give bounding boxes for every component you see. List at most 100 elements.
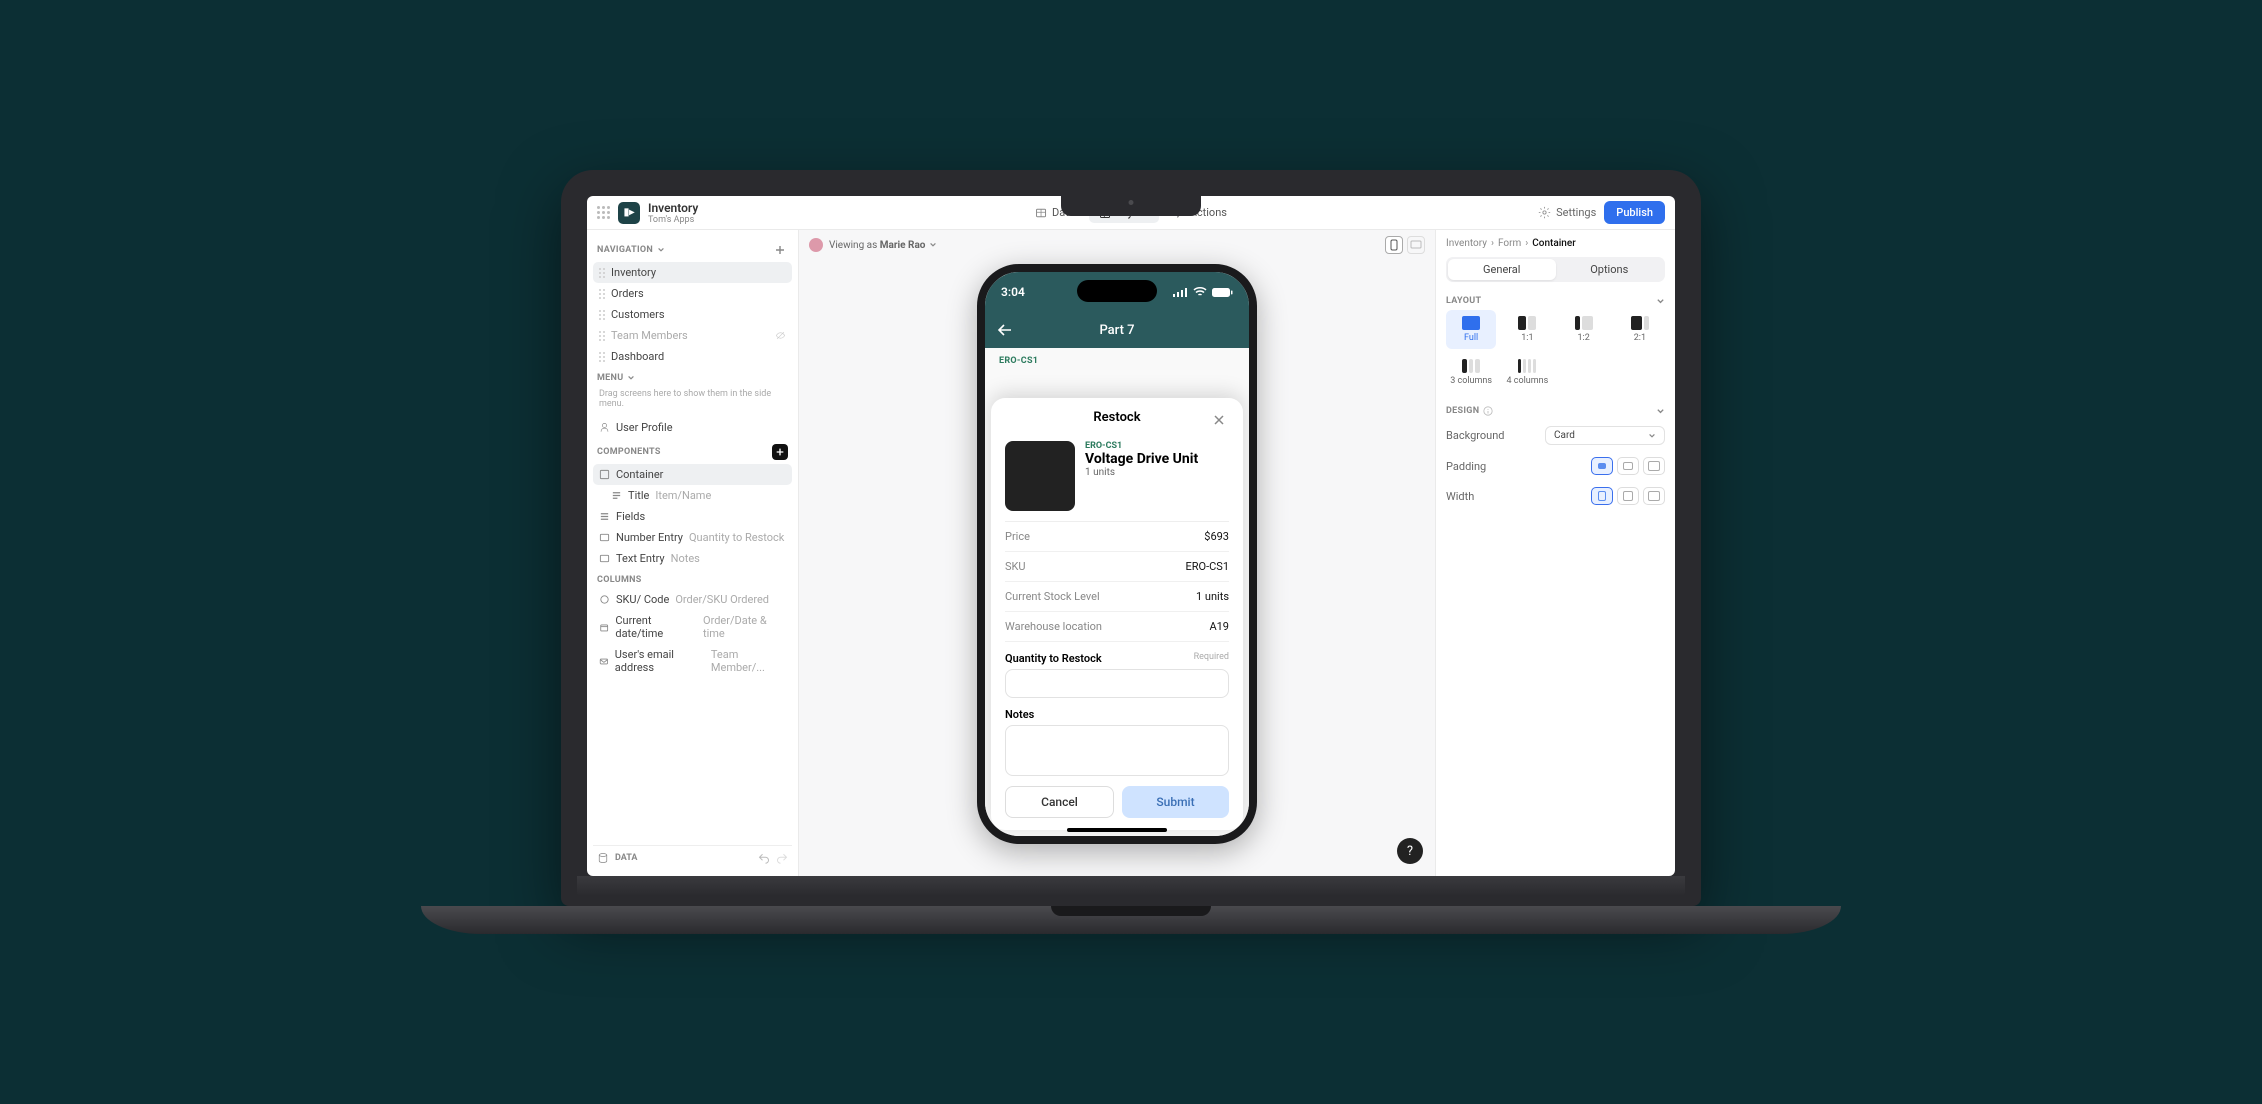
width-label: Width bbox=[1446, 490, 1474, 503]
phone-nav-bar: Part 7 bbox=[985, 312, 1249, 348]
submit-button[interactable]: Submit bbox=[1122, 786, 1229, 818]
item-units: 1 units bbox=[1085, 467, 1198, 478]
left-footer: DATA bbox=[593, 845, 792, 870]
menu-user-profile[interactable]: User Profile bbox=[593, 417, 792, 438]
design-header: DESIGN bbox=[1446, 406, 1479, 416]
tab-options[interactable]: Options bbox=[1556, 259, 1664, 280]
cancel-button[interactable]: Cancel bbox=[1005, 786, 1114, 818]
sheet-title: Restock bbox=[1093, 410, 1140, 425]
notes-label: Notes bbox=[1005, 708, 1034, 721]
right-panel: Inventory› Form› Container General Optio… bbox=[1435, 230, 1675, 876]
layout-4col[interactable]: 4 columns bbox=[1502, 353, 1552, 392]
hidden-icon bbox=[775, 330, 786, 341]
help-button[interactable]: ? bbox=[1397, 838, 1423, 864]
layout-1-1[interactable]: 1:1 bbox=[1502, 310, 1552, 349]
app-subtitle: Tom's Apps bbox=[648, 215, 698, 225]
layout-2-1[interactable]: 2:1 bbox=[1615, 310, 1665, 349]
phone-preview: 3:04 Part 7 bbox=[977, 264, 1257, 844]
signal-icon bbox=[1173, 287, 1189, 297]
link-icon bbox=[599, 594, 610, 605]
chevron-down-icon[interactable] bbox=[1656, 297, 1665, 306]
settings-button[interactable]: Settings bbox=[1538, 206, 1596, 219]
database-icon bbox=[597, 852, 609, 864]
close-button[interactable] bbox=[1209, 410, 1229, 430]
width-small[interactable] bbox=[1591, 487, 1613, 505]
chevron-down-icon[interactable] bbox=[657, 246, 665, 254]
nav-item-dashboard[interactable]: Dashboard bbox=[593, 346, 792, 367]
component-fields[interactable]: Fields bbox=[593, 506, 792, 527]
canvas: Viewing as Marie Rao 3:04 bbox=[799, 230, 1435, 876]
undo-icon[interactable] bbox=[758, 852, 770, 864]
publish-button[interactable]: Publish bbox=[1604, 201, 1665, 224]
gear-icon bbox=[1538, 206, 1551, 219]
restock-sheet: Restock ERO-CS1 bbox=[991, 398, 1243, 830]
device-phone-button[interactable] bbox=[1385, 236, 1403, 254]
component-number-entry[interactable]: Number Entry Quantity to Restock bbox=[593, 527, 792, 548]
title-icon bbox=[611, 490, 622, 501]
add-nav-button[interactable] bbox=[772, 242, 788, 258]
qty-input[interactable] bbox=[1005, 669, 1229, 698]
layout-3col[interactable]: 3 columns bbox=[1446, 353, 1496, 392]
tab-general[interactable]: General bbox=[1448, 259, 1556, 280]
layout-full[interactable]: Full bbox=[1446, 310, 1496, 349]
chevron-down-icon[interactable] bbox=[929, 241, 937, 249]
column-sku-code[interactable]: SKU/ Code Order/SKU Ordered bbox=[593, 589, 792, 610]
header-sku: ERO-CS1 bbox=[985, 348, 1249, 368]
breadcrumb: Inventory› Form› Container bbox=[1446, 238, 1665, 249]
close-icon bbox=[1213, 414, 1225, 426]
background-label: Background bbox=[1446, 429, 1504, 442]
width-large[interactable] bbox=[1643, 487, 1665, 505]
panel-tabs: General Options bbox=[1446, 257, 1665, 282]
padding-label: Padding bbox=[1446, 460, 1486, 473]
column-email[interactable]: User's email address Team Member/... bbox=[593, 644, 792, 678]
home-indicator bbox=[1067, 828, 1167, 832]
nav-item-inventory[interactable]: Inventory bbox=[593, 262, 792, 283]
component-container[interactable]: Container bbox=[593, 464, 792, 485]
padding-large[interactable] bbox=[1643, 457, 1665, 475]
layout-1-2[interactable]: 1:2 bbox=[1559, 310, 1609, 349]
wifi-icon bbox=[1193, 287, 1207, 297]
chevron-down-icon bbox=[1648, 432, 1656, 440]
chevron-down-icon[interactable] bbox=[627, 374, 635, 382]
info-icon[interactable] bbox=[1483, 406, 1493, 416]
column-datetime[interactable]: Current date/time Order/Date & time bbox=[593, 610, 792, 644]
padding-medium[interactable] bbox=[1617, 457, 1639, 475]
dynamic-island bbox=[1077, 280, 1157, 302]
component-text-entry[interactable]: Text Entry Notes bbox=[593, 548, 792, 569]
viewing-as-label[interactable]: Viewing as Marie Rao bbox=[829, 240, 925, 251]
padding-small[interactable] bbox=[1591, 457, 1613, 475]
mail-icon bbox=[599, 656, 609, 667]
nav-item-orders[interactable]: Orders bbox=[593, 283, 792, 304]
device-desktop-button[interactable] bbox=[1407, 236, 1425, 254]
calendar-icon bbox=[599, 622, 609, 633]
item-sku: ERO-CS1 bbox=[1085, 441, 1198, 451]
component-title[interactable]: Title Item/Name bbox=[593, 485, 792, 506]
back-icon[interactable] bbox=[997, 323, 1013, 337]
row-location: Warehouse locationA19 bbox=[1005, 612, 1229, 642]
app-title: Inventory bbox=[648, 201, 698, 215]
background-select[interactable]: Card bbox=[1545, 426, 1665, 445]
redo-icon[interactable] bbox=[776, 852, 788, 864]
row-sku: SKUERO-CS1 bbox=[1005, 552, 1229, 582]
viewer-avatar[interactable] bbox=[809, 238, 823, 252]
layout-header: LAYOUT bbox=[1446, 296, 1481, 306]
row-stock: Current Stock Level1 units bbox=[1005, 582, 1229, 612]
add-component-button[interactable] bbox=[772, 444, 788, 460]
fields-icon bbox=[599, 511, 610, 522]
container-icon bbox=[599, 469, 610, 480]
phone-screen-title: Part 7 bbox=[1099, 323, 1134, 338]
user-icon bbox=[599, 422, 610, 433]
row-price: Price$693 bbox=[1005, 522, 1229, 552]
phone-status-bar: 3:04 bbox=[985, 272, 1249, 312]
number-icon bbox=[599, 532, 610, 543]
nav-item-team-members[interactable]: Team Members bbox=[593, 325, 792, 346]
chevron-down-icon[interactable] bbox=[1656, 407, 1665, 416]
nav-item-customers[interactable]: Customers bbox=[593, 304, 792, 325]
battery-icon bbox=[1211, 287, 1233, 298]
menu-hint: Drag screens here to show them in the si… bbox=[593, 387, 792, 417]
navigation-header: NAVIGATION bbox=[593, 236, 792, 262]
menu-header: MENU bbox=[593, 367, 792, 387]
width-medium[interactable] bbox=[1617, 487, 1639, 505]
notes-input[interactable] bbox=[1005, 725, 1229, 776]
app-grip-icon[interactable] bbox=[597, 206, 610, 219]
